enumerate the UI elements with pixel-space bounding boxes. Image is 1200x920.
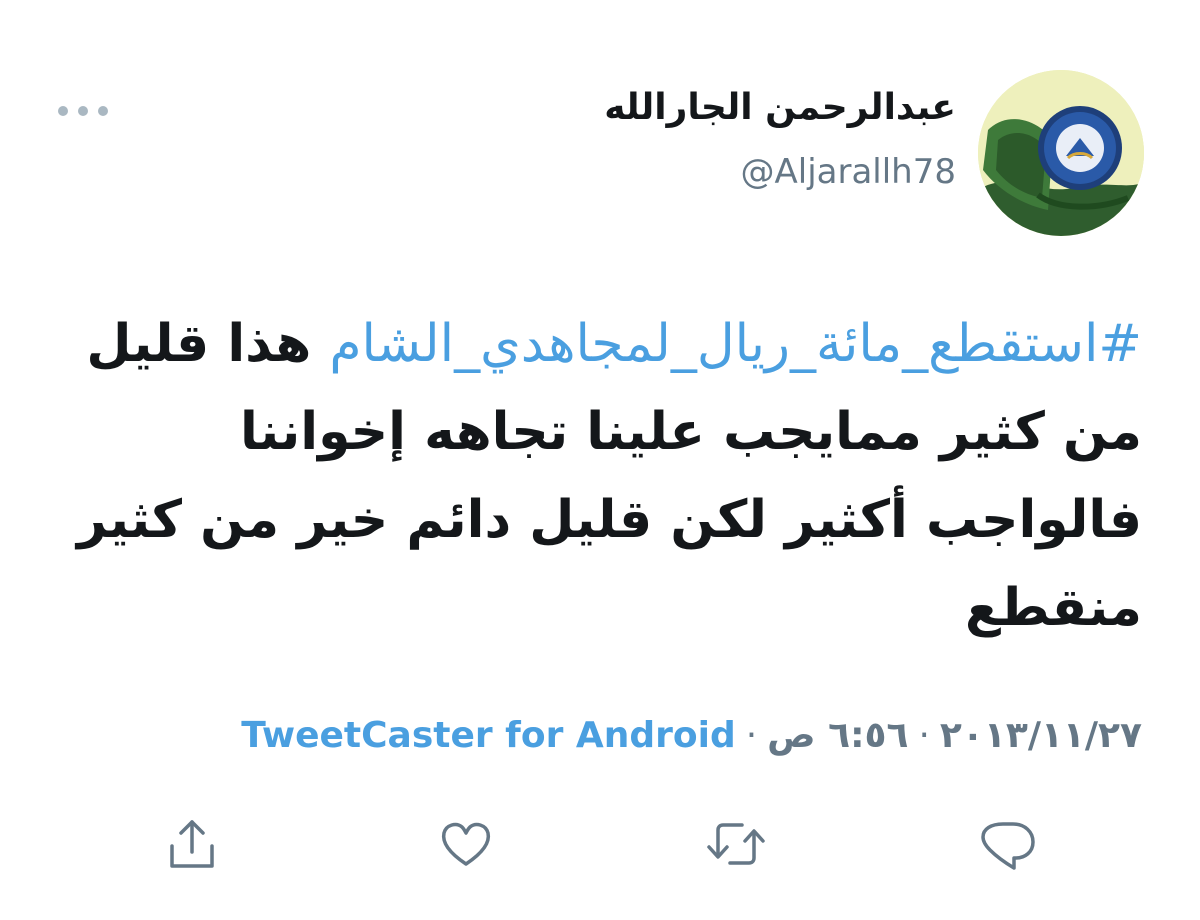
tweet-card: عبدالرحمن الجارالله @Aljarallh78 #استقطع… — [0, 0, 1200, 920]
hashtag-link[interactable]: #استقطع_مائة_ريال_لمجاهدي_الشام — [329, 314, 1142, 374]
user-handle[interactable]: @Aljarallh78 — [740, 150, 956, 194]
heart-icon — [441, 822, 491, 866]
meta-separator: · — [745, 715, 758, 756]
action-bar — [0, 800, 1200, 880]
tweet-source-link[interactable]: TweetCaster for Android — [241, 715, 736, 756]
reply-button[interactable] — [976, 812, 1040, 876]
retweet-icon — [707, 823, 765, 865]
more-dot — [98, 106, 108, 116]
reply-icon — [981, 822, 1035, 870]
more-dot — [78, 106, 88, 116]
tweet-date[interactable]: ٢٠١٣/١١/٢٧ — [940, 715, 1142, 756]
display-name[interactable]: عبدالرحمن الجارالله — [604, 86, 956, 130]
more-icon[interactable] — [58, 96, 108, 126]
avatar-image — [978, 70, 1144, 236]
tweet-time[interactable]: ٦:٥٦ ص — [767, 715, 908, 756]
more-dot — [58, 106, 68, 116]
retweet-button[interactable] — [704, 812, 768, 876]
meta-separator: · — [918, 715, 930, 756]
like-button[interactable] — [434, 812, 498, 876]
share-icon — [170, 820, 214, 868]
share-button[interactable] — [160, 812, 224, 876]
tweet-text: #استقطع_مائة_ريال_لمجاهدي_الشام هذا قليل… — [52, 300, 1142, 652]
tweet-meta: ٢٠١٣/١١/٢٧·٦:٥٦ ص·TweetCaster for Androi… — [52, 708, 1142, 764]
avatar[interactable] — [978, 70, 1144, 236]
